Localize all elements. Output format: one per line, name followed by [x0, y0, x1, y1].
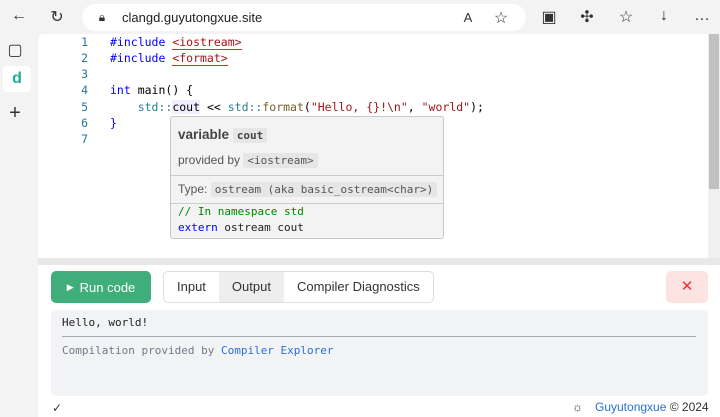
- code-token: #include: [110, 51, 173, 65]
- code-token: #include: [110, 35, 173, 49]
- code-token: std::: [110, 100, 173, 114]
- tab-input[interactable]: Input: [164, 272, 219, 302]
- line-number: 4: [81, 83, 88, 97]
- hover-comment: // In namespace std: [178, 205, 304, 218]
- credit-text: Compilation provided by: [62, 344, 221, 357]
- code-token: <format>: [172, 51, 228, 66]
- collections-icon[interactable]: ▣: [537, 7, 561, 27]
- browser-toolbar: ← ↻ 🔒︎ clangd.guyutongxue.site A ☆ ▣ ✣ ☆…: [0, 0, 720, 34]
- code-token: }: [110, 116, 117, 130]
- tab-actions-icon[interactable]: ▢: [3, 40, 27, 60]
- page: 1 #include <iostream> 2 #include <format> …: [38, 34, 720, 417]
- url-text[interactable]: clangd.guyutongxue.site: [122, 10, 262, 25]
- more-icon[interactable]: …: [690, 7, 714, 25]
- brand-link[interactable]: Guyutongxue: [595, 400, 666, 414]
- play-icon: ▶: [66, 281, 74, 292]
- type-value: ostream (aka basic_ostream<char>): [210, 182, 438, 197]
- code-editor[interactable]: 1 #include <iostream> 2 #include <format> …: [38, 34, 720, 258]
- check-icon: ✓: [52, 401, 63, 415]
- site-tab-icon[interactable]: d: [3, 66, 31, 92]
- favorite-star-icon[interactable]: ☆: [489, 8, 513, 28]
- type-label: Type:: [178, 182, 208, 196]
- line-number: 5: [81, 100, 88, 114]
- back-icon[interactable]: ←: [7, 7, 31, 25]
- line-number: 6: [81, 116, 88, 130]
- code-token: format: [262, 100, 304, 114]
- hover-kind: variable: [178, 127, 230, 142]
- lock-icon[interactable]: 🔒︎: [90, 10, 114, 25]
- panel-resize-handle[interactable]: [38, 258, 720, 265]
- code-token: <<: [200, 100, 228, 114]
- code-token: "world": [421, 100, 471, 114]
- run-code-button[interactable]: ▶ Run code: [51, 271, 151, 303]
- code-token: int: [110, 83, 131, 97]
- line-number: 3: [81, 67, 88, 81]
- address-bar[interactable]: 🔒︎ clangd.guyutongxue.site A ☆: [82, 4, 526, 31]
- hover-name: cout: [232, 128, 268, 143]
- new-tab-icon[interactable]: +: [3, 102, 27, 125]
- code-token: ,: [407, 100, 422, 114]
- tab-output[interactable]: Output: [218, 272, 284, 302]
- favorites-icon[interactable]: ☆: [614, 7, 638, 27]
- output-panel: Hello, world! Compilation provided by Co…: [51, 310, 708, 396]
- provider: <iostream>: [243, 153, 318, 168]
- extensions-icon[interactable]: ✣: [575, 7, 599, 27]
- status-bar: ✓ ☼ Guyutongxue © 2024: [38, 398, 720, 417]
- run-label: Run code: [79, 279, 136, 295]
- browser-sidebar: ▢ d +: [0, 34, 38, 417]
- line-number: 7: [81, 132, 88, 146]
- compiler-explorer-link[interactable]: Compiler Explorer: [221, 344, 334, 357]
- refresh-icon[interactable]: ↻: [45, 7, 69, 27]
- editor-scrollbar[interactable]: [708, 34, 720, 258]
- output-text: Hello, world!: [62, 316, 149, 329]
- code-token: (: [303, 100, 311, 114]
- read-aloud-icon[interactable]: A: [456, 10, 480, 25]
- code-token: );: [470, 100, 484, 114]
- output-tabs: Input Output Compiler Diagnostics: [163, 271, 434, 303]
- code-token: <iostream>: [172, 35, 242, 50]
- code-token: main() {: [130, 83, 194, 97]
- decl-rest: ostream cout: [217, 221, 304, 234]
- theme-toggle-icon[interactable]: ☼: [572, 400, 583, 414]
- code-token: "Hello, {}!\n": [310, 100, 408, 114]
- download-icon[interactable]: ↓: [652, 7, 676, 25]
- hover-tooltip: variable cout provided by <iostream> Typ…: [170, 116, 444, 239]
- line-number: 2: [81, 51, 88, 65]
- line-number: 1: [81, 35, 88, 49]
- decl-keyword: extern: [178, 221, 218, 234]
- copyright: © 2024: [669, 400, 709, 414]
- provided-label: provided by: [178, 153, 241, 167]
- code-token: std::: [227, 100, 263, 114]
- close-icon[interactable]: ✕: [666, 271, 708, 303]
- tab-compiler-diagnostics[interactable]: Compiler Diagnostics: [284, 272, 433, 302]
- code-token: cout: [172, 100, 201, 114]
